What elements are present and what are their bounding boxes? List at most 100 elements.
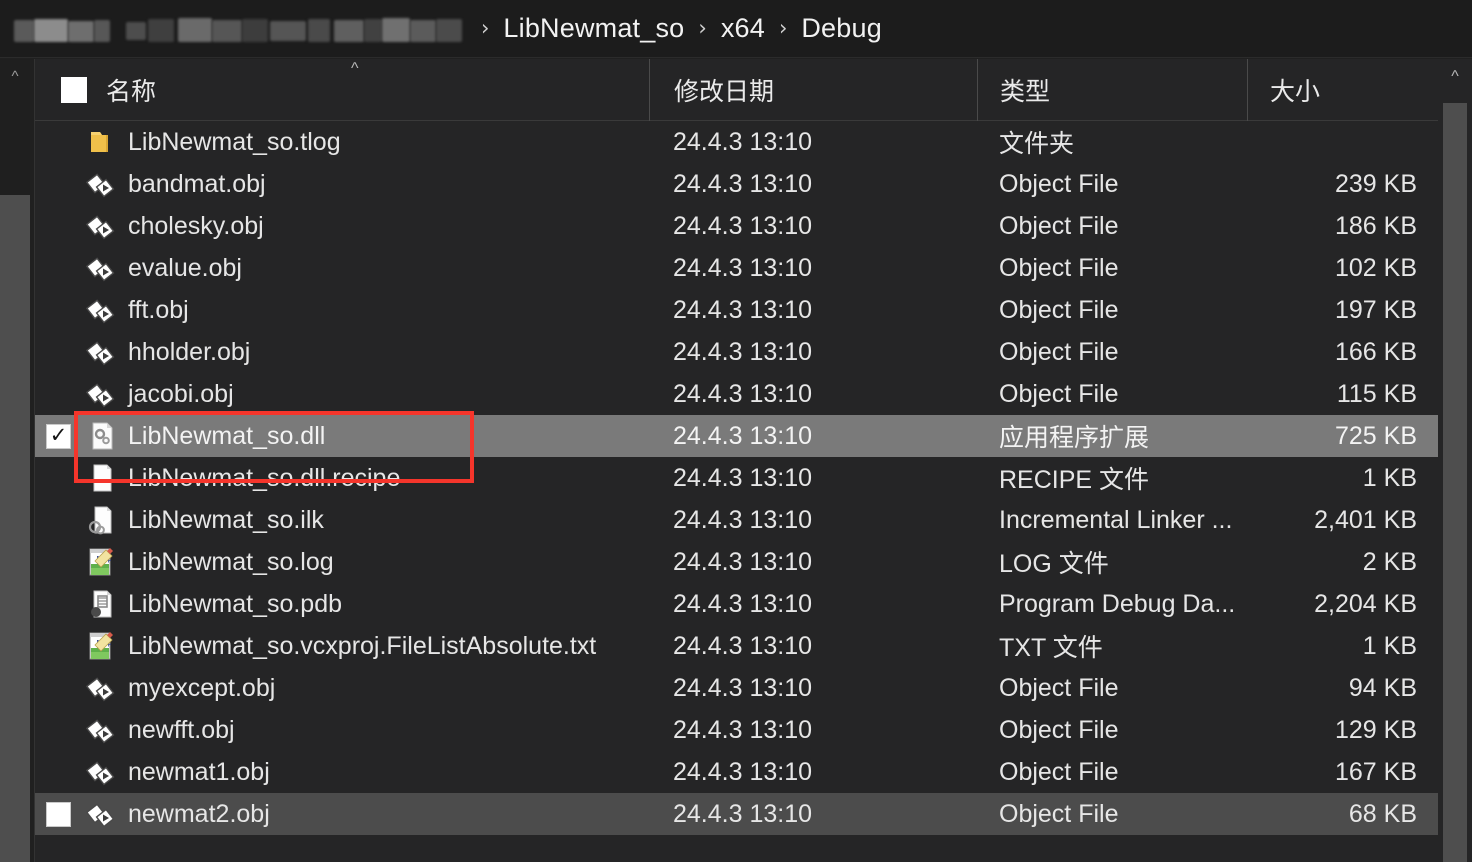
object-file-icon (80, 294, 124, 326)
breadcrumb-item-x64[interactable]: x64 (718, 11, 768, 46)
file-row[interactable]: LibNewmat_so.tlog 24.4.3 13:10 文件夹 (35, 121, 1439, 163)
file-date-cell: 24.4.3 13:10 (673, 421, 813, 450)
file-row[interactable]: bandmat.obj 24.4.3 13:10 Object File 239 KB (35, 163, 1439, 205)
file-date-cell: 24.4.3 13:10 (673, 337, 813, 366)
file-size-cell: 197 KB (1334, 295, 1417, 324)
file-size-cell: 725 KB (1334, 421, 1417, 450)
file-type-cell: Object File (999, 757, 1119, 786)
select-all-checkbox[interactable] (61, 76, 87, 103)
nav-scroll-up-icon[interactable]: ^ (0, 69, 30, 84)
file-name-cell[interactable]: hholder.obj (124, 338, 649, 367)
file-name-cell[interactable]: bandmat.obj (124, 170, 649, 199)
column-header-name-label: 名称 (106, 77, 157, 106)
file-name-cell[interactable]: LibNewmat_so.pdb (124, 590, 649, 619)
file-row[interactable]: cholesky.obj 24.4.3 13:10 Object File 186 K… (35, 205, 1439, 247)
file-name-cell[interactable]: LibNewmat_so.dll (124, 422, 649, 451)
file-row[interactable]: LibNewmat_so.dll.recipe 24.4.3 13:10 RECIP… (35, 457, 1439, 499)
file-list-scrollbar-thumb[interactable] (1443, 103, 1467, 862)
file-size-cell: 1 KB (1362, 631, 1417, 660)
file-name-cell[interactable]: jacobi.obj (124, 380, 649, 409)
file-date-cell: 24.4.3 13:10 (673, 589, 813, 618)
file-type-cell: Object File (999, 379, 1119, 408)
file-size-cell: 239 KB (1334, 169, 1417, 198)
file-type-cell: LOG 文件 (999, 550, 1109, 578)
file-row[interactable]: newfft.obj 24.4.3 13:10 Object File 129 KB (35, 709, 1439, 751)
object-file-icon (80, 336, 124, 368)
file-row[interactable]: newmat1.obj 24.4.3 13:10 Object File 167 KB (35, 751, 1439, 793)
scroll-up-icon[interactable]: ^ (1438, 69, 1472, 85)
file-name-cell[interactable]: LibNewmat_so.dll.recipe (124, 464, 649, 493)
file-name-cell[interactable]: newmat1.obj (124, 758, 649, 787)
column-header-size[interactable]: 大小 (1247, 58, 1439, 121)
file-row-checkbox[interactable] (35, 801, 80, 827)
object-file-icon (80, 672, 124, 704)
file-type-cell: Object File (999, 253, 1119, 282)
file-row[interactable]: [++LibNewmat_so.log 24.4.3 13:10 LOG 文件 2 K… (35, 541, 1439, 583)
file-size-cell: 2,204 KB (1314, 589, 1417, 618)
file-name-cell[interactable]: cholesky.obj (124, 212, 649, 241)
file-name-cell[interactable]: LibNewmat_so.log (124, 548, 649, 577)
breadcrumb[interactable]: › LibNewmat_so › x64 › Debug (0, 0, 1472, 58)
file-explorer-window: › LibNewmat_so › x64 › Debug ^ ^ 名称 修改日期… (0, 0, 1472, 862)
file-name-cell[interactable]: LibNewmat_so.vcxproj.FileListAbsolute.tx… (124, 632, 649, 661)
nav-scrollbar-thumb[interactable] (0, 195, 30, 862)
file-name-cell[interactable]: fft.obj (124, 296, 649, 325)
file-row[interactable]: LibNewmat_so.pdb 24.4.3 13:10 Program Debu… (35, 583, 1439, 625)
nav-pane-scrollbar[interactable]: ^ (0, 59, 30, 862)
file-row[interactable]: ✓ LibNewmat_so.dll 24.4.3 13:10 应用程序扩展 725 K… (35, 415, 1439, 457)
breadcrumb-item-libnewmat-so[interactable]: LibNewmat_so (500, 11, 687, 46)
column-header-size-label: 大小 (1270, 77, 1321, 106)
file-date-cell: 24.4.3 13:10 (673, 631, 813, 660)
file-size-cell: 186 KB (1334, 211, 1417, 240)
notepad-file-icon: [++ (80, 546, 124, 578)
object-file-icon (80, 168, 124, 200)
file-name-cell[interactable]: newmat2.obj (124, 800, 649, 829)
file-name-cell[interactable]: myexcept.obj (124, 674, 649, 703)
file-size-cell: 1 KB (1362, 463, 1417, 492)
file-date-cell: 24.4.3 13:10 (673, 757, 813, 786)
blank-document-icon (80, 462, 124, 494)
file-list-pane: ^ 名称 修改日期 类型 大小 LibNewmat_so.tlog 24.4.3 … (34, 58, 1472, 862)
file-list: LibNewmat_so.tlog 24.4.3 13:10 文件夹 bandmat.… (35, 121, 1439, 862)
column-header-name[interactable]: ^ 名称 (35, 59, 649, 121)
object-file-icon (80, 714, 124, 746)
file-name-cell[interactable]: LibNewmat_so.tlog (124, 128, 649, 157)
file-type-cell: Object File (999, 715, 1119, 744)
file-row[interactable]: [++LibNewmat_so.vcxproj.FileListAbsolute… (35, 625, 1439, 667)
notepad-file-icon: [++ (80, 630, 124, 662)
file-type-cell: Object File (999, 211, 1119, 240)
object-file-icon (80, 378, 124, 410)
file-name-cell[interactable]: evalue.obj (124, 254, 649, 283)
breadcrumb-redacted-path[interactable] (8, 14, 470, 44)
file-row[interactable]: evalue.obj 24.4.3 13:10 Object File 102 KB (35, 247, 1439, 289)
file-row[interactable]: fft.obj 24.4.3 13:10 Object File 197 KB (35, 289, 1439, 331)
breadcrumb-separator-icon: › (698, 16, 707, 40)
file-list-scrollbar[interactable]: ^ (1438, 59, 1472, 862)
file-row[interactable]: LibNewmat_so.ilk 24.4.3 13:10 Incremental … (35, 499, 1439, 541)
column-header-type-label: 类型 (1000, 77, 1051, 106)
breadcrumb-item-debug[interactable]: Debug (798, 11, 885, 46)
file-date-cell: 24.4.3 13:10 (673, 547, 813, 576)
file-type-cell: Object File (999, 673, 1119, 702)
file-name-cell[interactable]: newfft.obj (124, 716, 649, 745)
file-row[interactable]: newmat2.obj 24.4.3 13:10 Object File 68 KB (35, 793, 1439, 835)
file-date-cell: 24.4.3 13:10 (673, 379, 813, 408)
file-row[interactable]: jacobi.obj 24.4.3 13:10 Object File 115 KB (35, 373, 1439, 415)
file-type-cell: TXT 文件 (999, 634, 1103, 662)
file-size-cell: 102 KB (1334, 253, 1417, 282)
pdb-file-icon (80, 588, 124, 620)
file-date-cell: 24.4.3 13:10 (673, 463, 813, 492)
file-type-cell: Object File (999, 169, 1119, 198)
file-row[interactable]: myexcept.obj 24.4.3 13:10 Object File 94 KB (35, 667, 1439, 709)
file-type-cell: Program Debug Da... (999, 589, 1236, 618)
column-header-type[interactable]: 类型 (977, 58, 1247, 121)
column-header-date-modified[interactable]: 修改日期 (649, 58, 977, 121)
file-row-checkbox[interactable]: ✓ (35, 422, 80, 449)
file-name-cell[interactable]: LibNewmat_so.ilk (124, 506, 649, 535)
checkmark-icon: ✓ (49, 422, 68, 447)
file-size-cell: 2 KB (1362, 547, 1417, 576)
file-size-cell: 167 KB (1334, 757, 1417, 786)
file-date-cell: 24.4.3 13:10 (673, 253, 813, 282)
file-type-cell: 文件夹 (999, 130, 1075, 158)
file-row[interactable]: hholder.obj 24.4.3 13:10 Object File 166 KB (35, 331, 1439, 373)
